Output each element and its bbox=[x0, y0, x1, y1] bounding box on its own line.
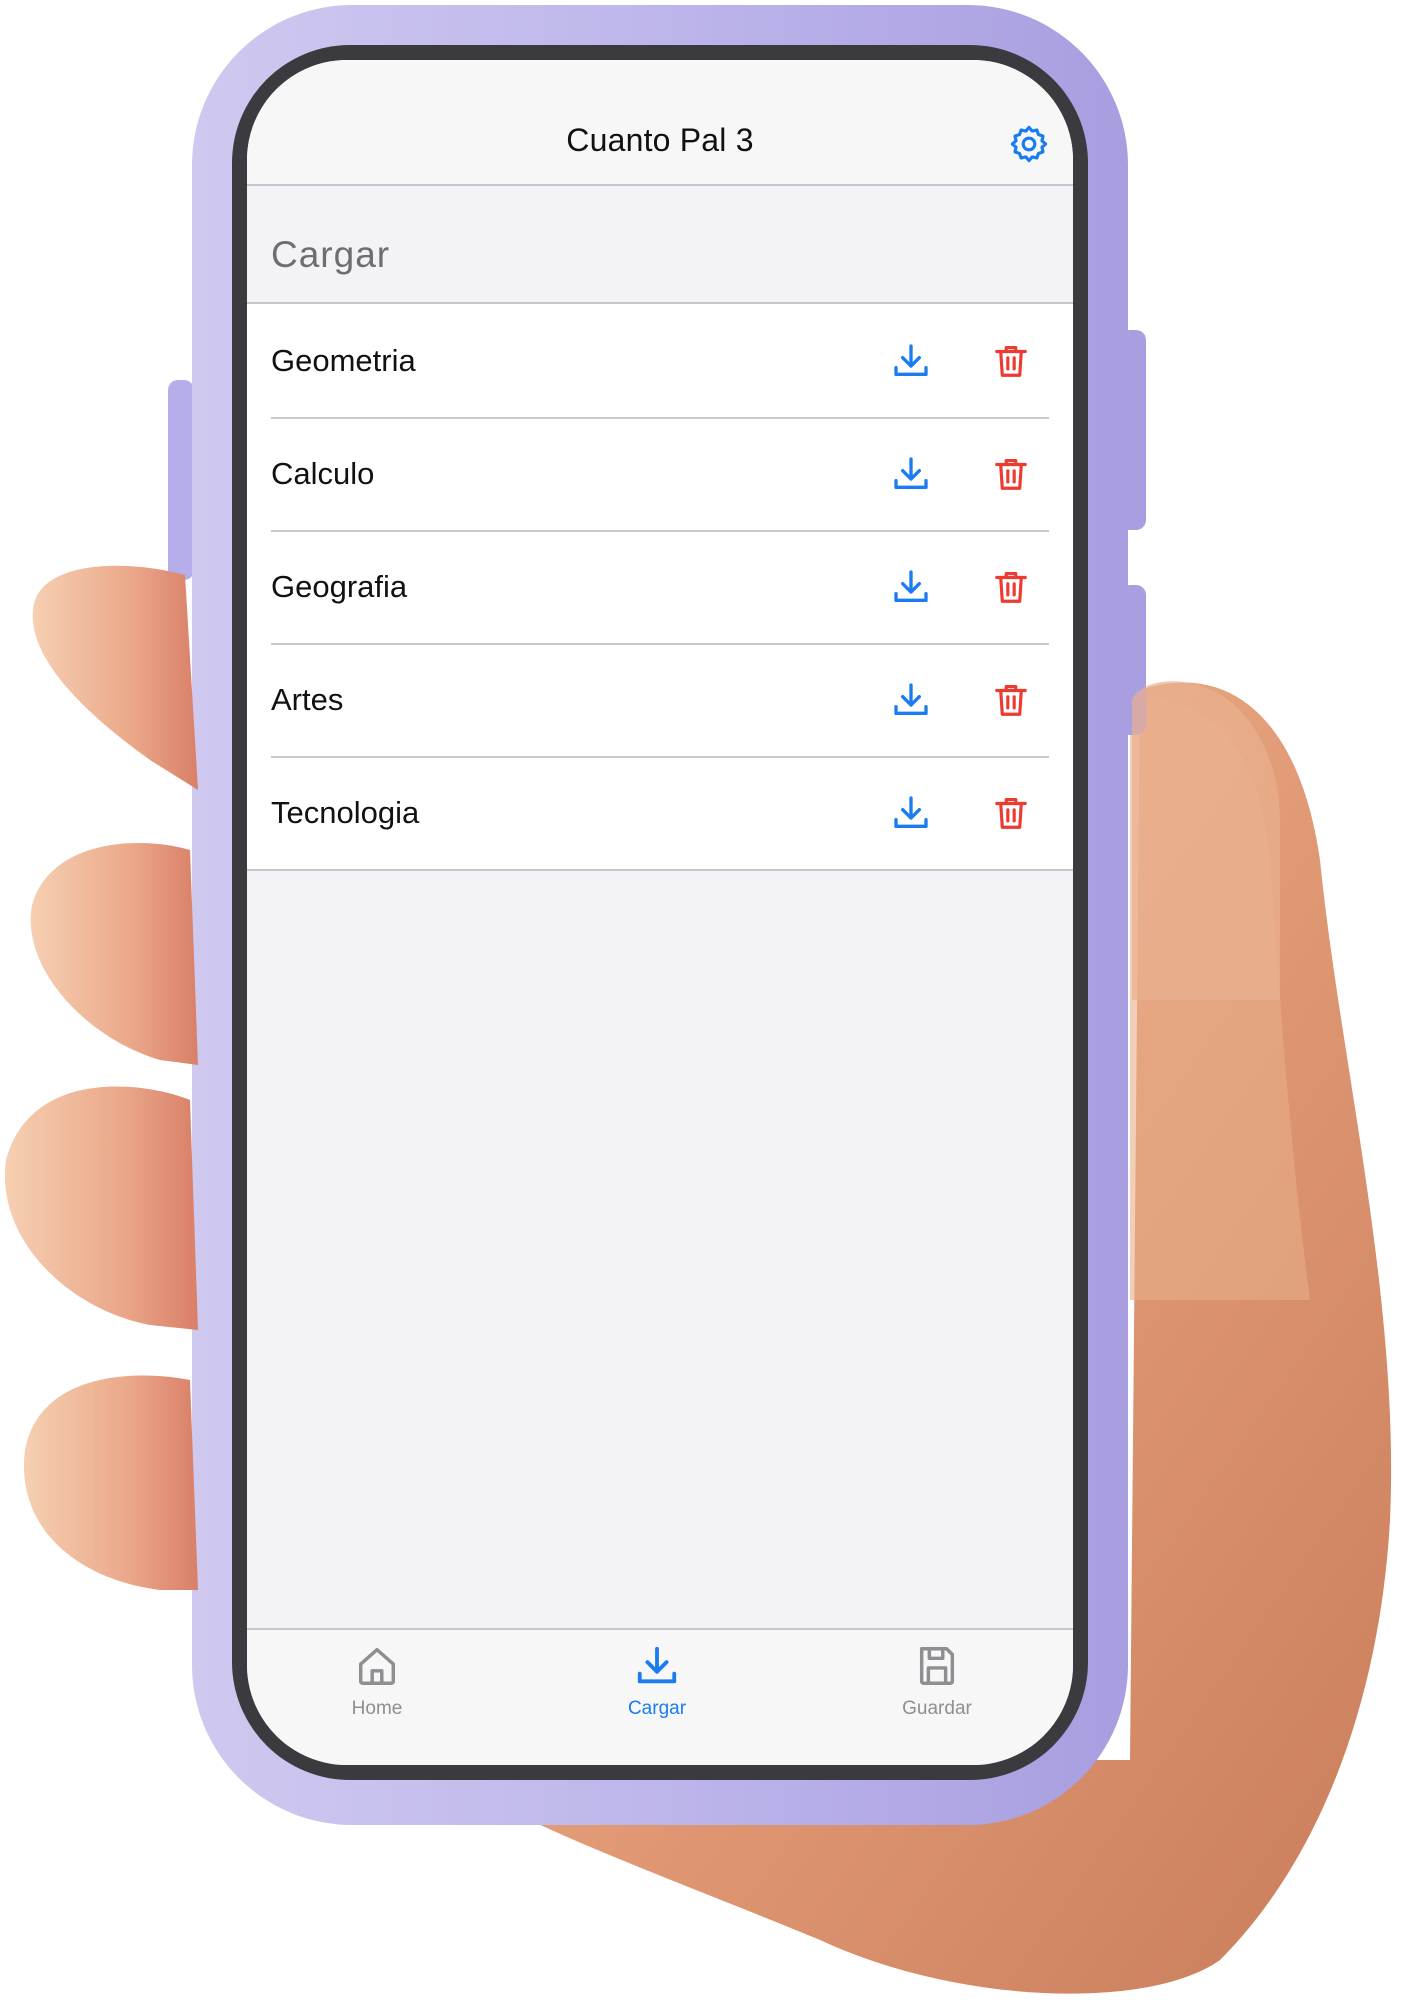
trash-icon bbox=[995, 571, 1027, 603]
load-button[interactable] bbox=[888, 790, 934, 836]
item-label: Calculo bbox=[271, 456, 375, 491]
download-icon bbox=[894, 796, 928, 828]
item-label: Geografia bbox=[271, 569, 408, 604]
delete-button[interactable] bbox=[988, 338, 1034, 384]
save-icon bbox=[919, 1647, 955, 1685]
load-button[interactable] bbox=[888, 564, 934, 610]
finger-2 bbox=[30, 842, 199, 1065]
saved-items-list: Geometria Calculo Geografia Artes Tecnol… bbox=[247, 302, 1073, 871]
trash-icon bbox=[995, 684, 1027, 716]
tab-bar: Home Cargar Guardar bbox=[247, 1628, 1073, 1765]
download-icon bbox=[894, 683, 928, 715]
delete-button[interactable] bbox=[988, 677, 1034, 723]
delete-button[interactable] bbox=[988, 451, 1034, 497]
load-button[interactable] bbox=[888, 338, 934, 384]
load-button[interactable] bbox=[888, 451, 934, 497]
download-icon bbox=[637, 1646, 677, 1684]
finger-4 bbox=[23, 1375, 198, 1590]
phone-screen: Cuanto Pal 3 Cargar Geometria Calculo Ge… bbox=[247, 60, 1073, 1765]
delete-button[interactable] bbox=[988, 790, 1034, 836]
list-item: Geografia bbox=[247, 530, 1073, 643]
download-icon bbox=[894, 344, 928, 376]
item-label: Tecnologia bbox=[271, 795, 420, 830]
download-icon bbox=[894, 457, 928, 489]
finger-1 bbox=[32, 565, 199, 790]
section-header: Cargar bbox=[271, 234, 391, 275]
delete-button[interactable] bbox=[988, 564, 1034, 610]
item-label: Artes bbox=[271, 682, 344, 717]
list-item: Geometria bbox=[247, 304, 1073, 417]
tab-label: Guardar bbox=[902, 1698, 972, 1719]
tab-cargar[interactable]: Cargar bbox=[577, 1640, 737, 1740]
trash-icon bbox=[995, 797, 1027, 829]
item-label: Geometria bbox=[271, 343, 416, 378]
tab-home[interactable]: Home bbox=[297, 1640, 457, 1740]
list-item: Calculo bbox=[247, 417, 1073, 530]
tab-label: Cargar bbox=[627, 1698, 687, 1719]
download-icon bbox=[894, 570, 928, 602]
trash-icon bbox=[995, 345, 1027, 377]
load-button[interactable] bbox=[888, 677, 934, 723]
list-item: Tecnologia bbox=[247, 756, 1073, 869]
tab-label: Home bbox=[351, 1698, 403, 1719]
navigation-bar: Cuanto Pal 3 bbox=[247, 60, 1073, 186]
list-item: Artes bbox=[247, 643, 1073, 756]
settings-button[interactable] bbox=[1007, 122, 1051, 166]
gear-icon bbox=[1010, 125, 1048, 163]
finger-3 bbox=[4, 1086, 198, 1330]
app-title: Cuanto Pal 3 bbox=[566, 122, 754, 158]
home-icon bbox=[358, 1647, 396, 1685]
trash-icon bbox=[995, 458, 1027, 490]
tab-guardar[interactable]: Guardar bbox=[857, 1640, 1017, 1740]
